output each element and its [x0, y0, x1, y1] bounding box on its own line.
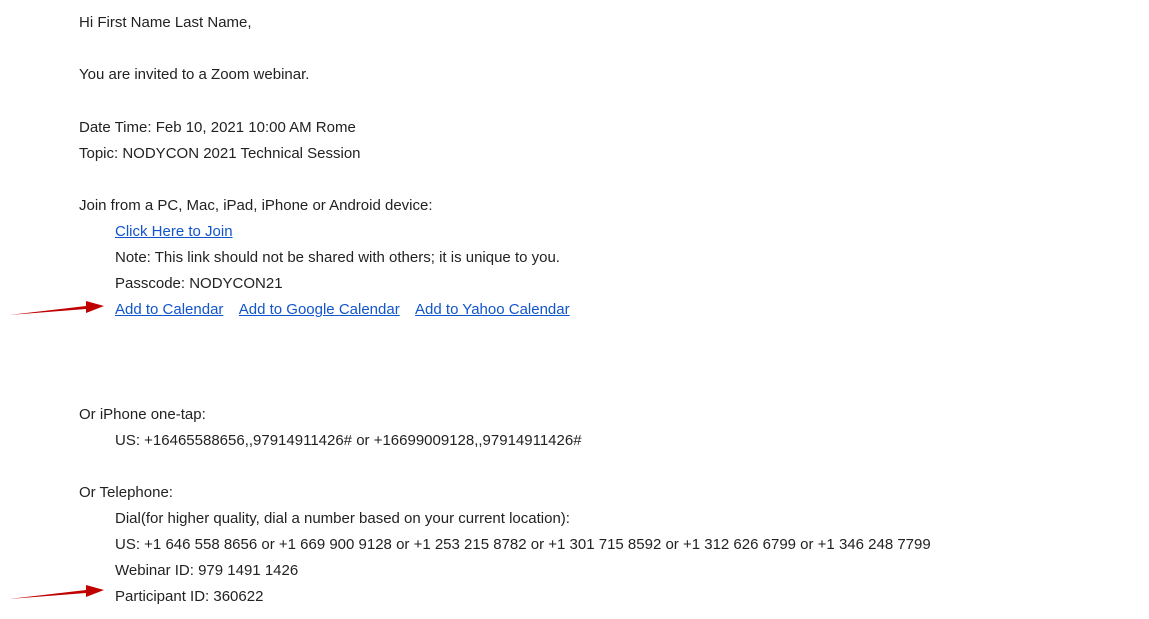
arrow-icon — [9, 585, 104, 599]
telephone-numbers: US: +1 646 558 8656 or +1 669 900 9128 o… — [115, 536, 931, 553]
join-link[interactable]: Click Here to Join — [115, 223, 233, 240]
add-to-google-calendar-link[interactable]: Add to Google Calendar — [239, 301, 400, 318]
join-note: Note: This link should not be shared wit… — [115, 249, 560, 266]
passcode: Passcode: NODYCON21 — [115, 275, 283, 292]
webinar-id: Webinar ID: 979 1491 1426 — [115, 562, 299, 579]
greeting: Hi First Name Last Name, — [79, 14, 252, 31]
participant-id: Participant ID: 360622 — [115, 588, 264, 605]
date-time: Date Time: Feb 10, 2021 10:00 AM Rome — [79, 119, 356, 136]
add-to-calendar-link[interactable]: Add to Calendar — [115, 301, 223, 318]
join-heading: Join from a PC, Mac, iPad, iPhone or And… — [79, 197, 433, 214]
dial-note: Dial(for higher quality, dial a number b… — [115, 510, 570, 527]
arrow-icon — [9, 301, 104, 315]
invite-text: You are invited to a Zoom webinar. — [79, 66, 310, 83]
add-to-yahoo-calendar-link[interactable]: Add to Yahoo Calendar — [415, 301, 570, 318]
calendar-links: Add to Calendar Add to Google Calendar A… — [115, 301, 582, 319]
topic: Topic: NODYCON 2021 Technical Session — [79, 145, 361, 162]
iphone-numbers: US: +16465588656,,97914911426# or +16699… — [115, 432, 582, 449]
telephone-heading: Or Telephone: — [79, 484, 173, 501]
iphone-heading: Or iPhone one-tap: — [79, 406, 206, 423]
